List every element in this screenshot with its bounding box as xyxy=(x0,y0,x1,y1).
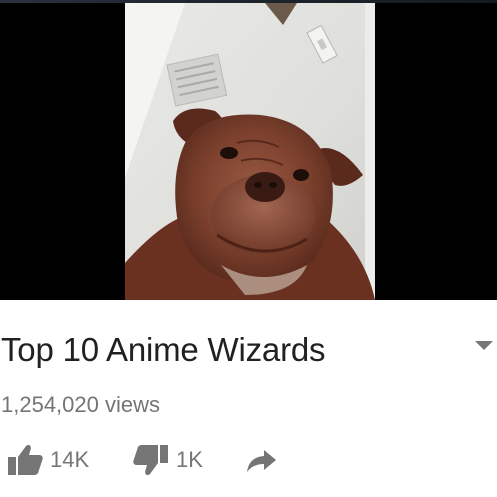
video-title: Top 10 Anime Wizards xyxy=(1,331,326,368)
chevron-down-icon[interactable] xyxy=(473,337,495,353)
video-frame xyxy=(125,3,375,300)
view-count: 1,254,020 views xyxy=(1,392,160,417)
video-player[interactable] xyxy=(0,0,497,300)
dog-photo-illustration xyxy=(125,3,375,300)
like-count: 14K xyxy=(50,447,90,472)
like-button[interactable]: 14K xyxy=(6,440,89,480)
dislike-button[interactable]: 1K xyxy=(132,440,203,480)
thumbs-up-icon xyxy=(8,444,43,475)
share-arrow-icon xyxy=(247,450,276,472)
thumbs-down-icon xyxy=(133,445,168,476)
action-bar: 14K 1K xyxy=(0,440,497,480)
share-button[interactable] xyxy=(244,440,278,480)
dislike-count: 1K xyxy=(176,447,203,472)
